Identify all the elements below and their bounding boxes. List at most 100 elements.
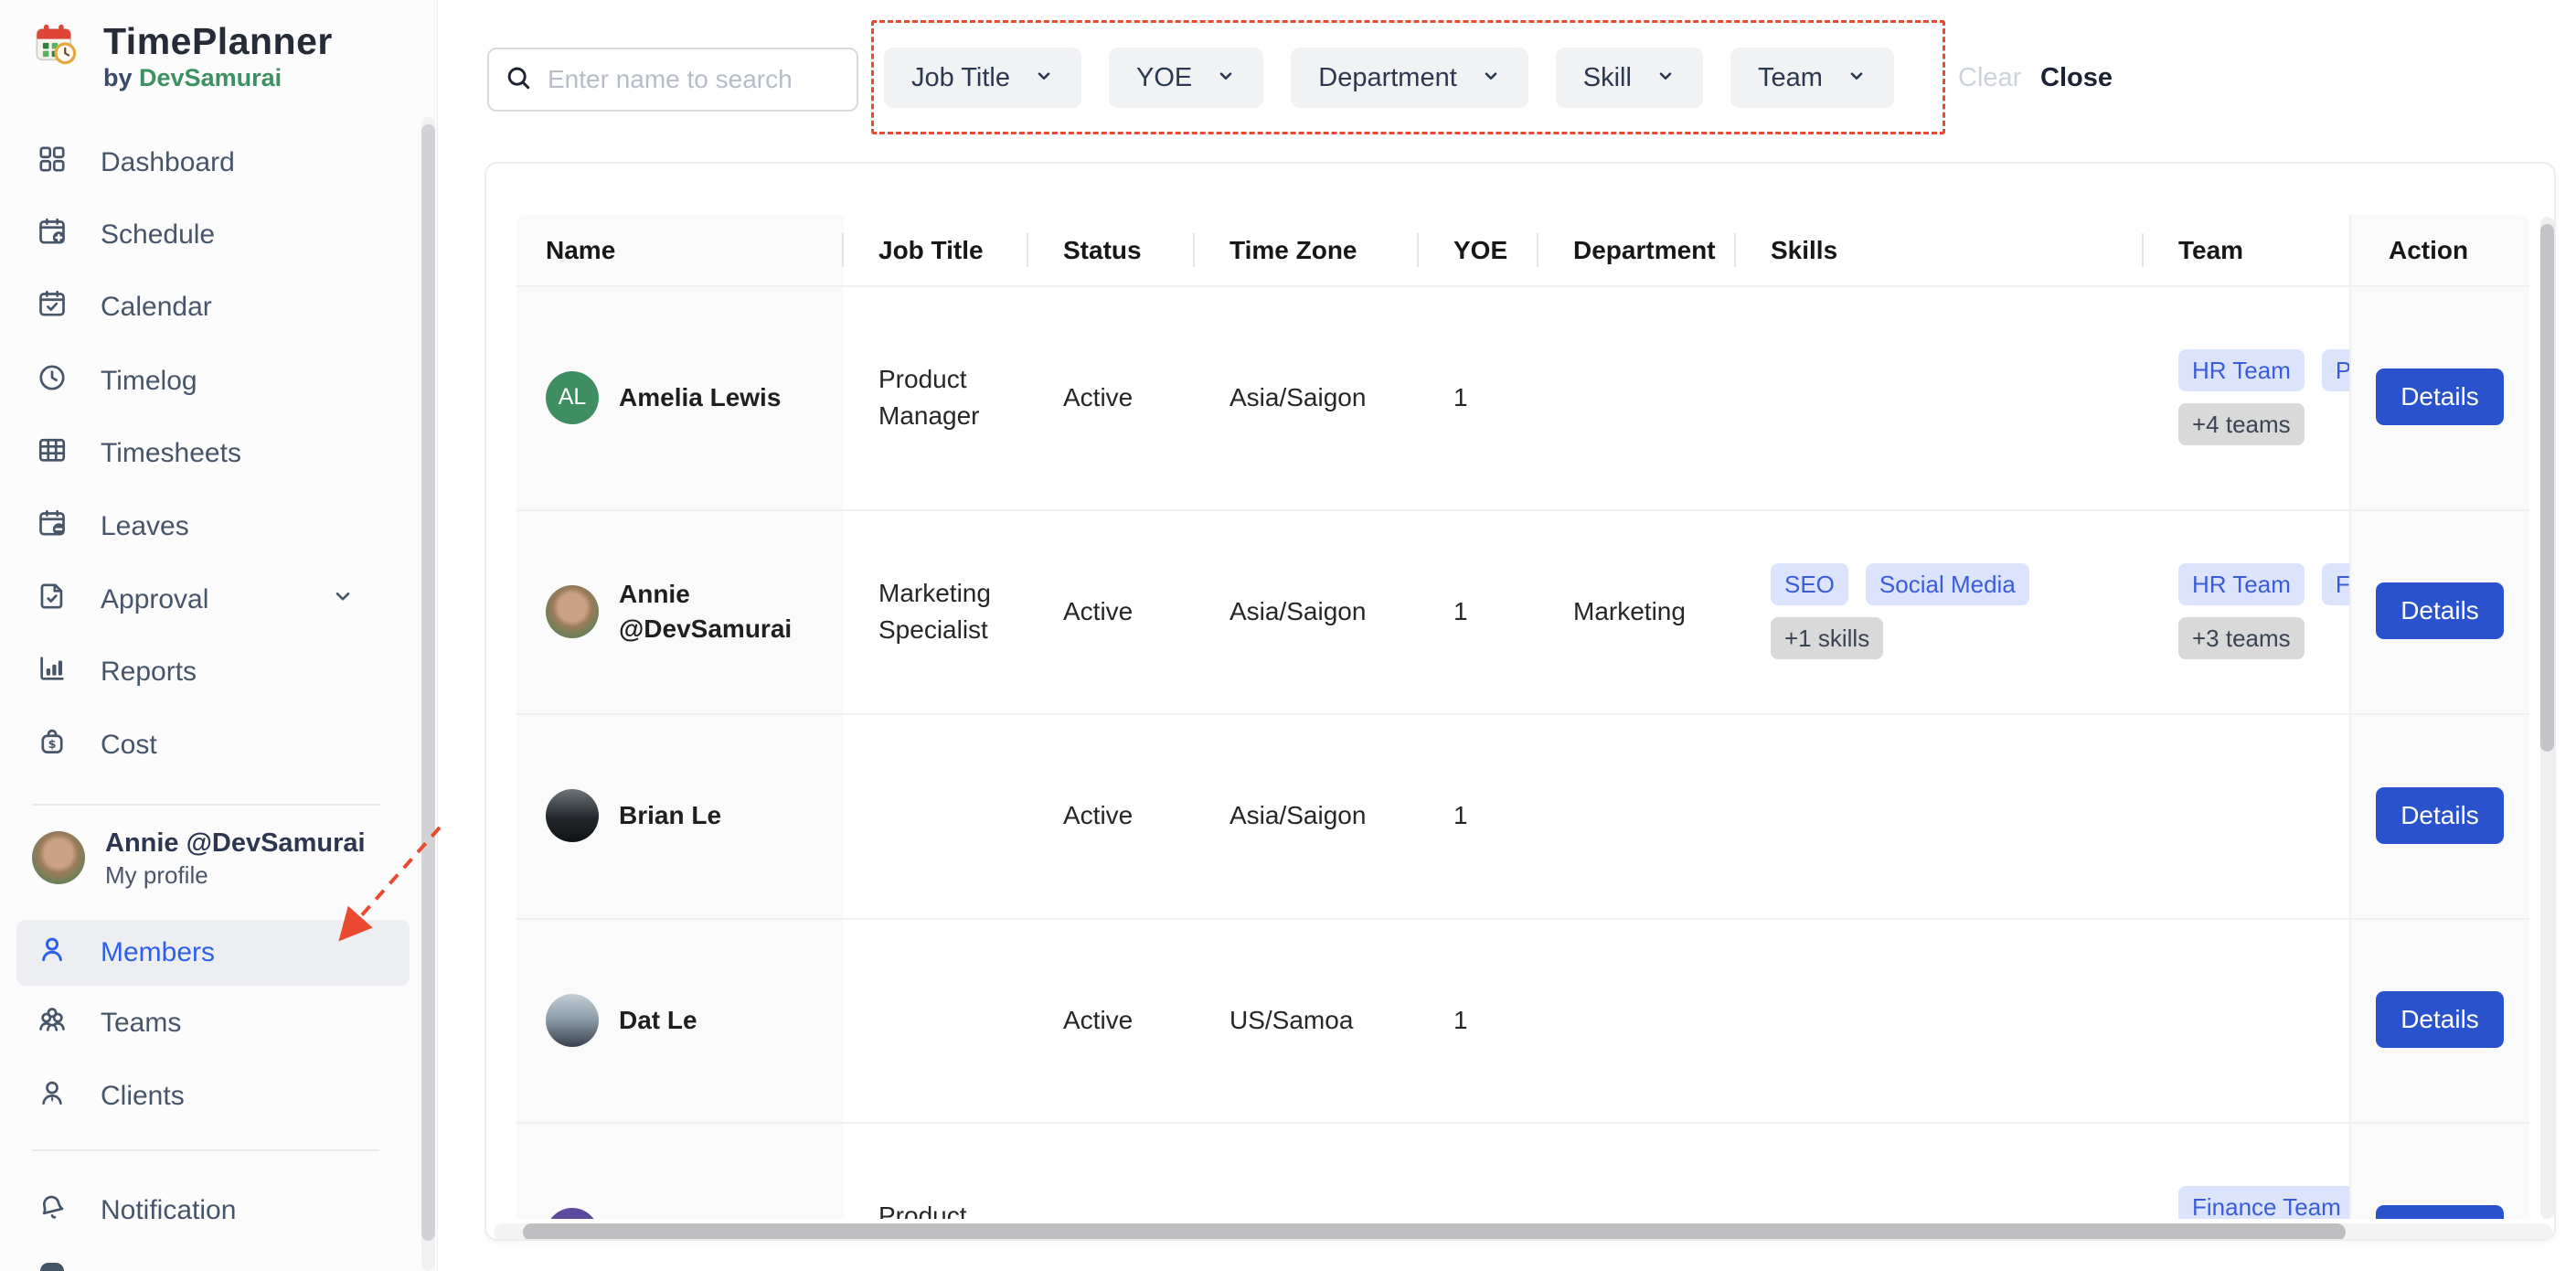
avatar [546, 789, 599, 842]
column-header-yoe[interactable]: YOE [1419, 215, 1538, 285]
action-column: Action Details Details Details Details D… [2349, 215, 2529, 1219]
sidebar-item-label: Members [101, 937, 216, 967]
sidebar-item-notification[interactable]: Notification [0, 1174, 420, 1247]
filter-skill[interactable]: Skill [1555, 48, 1703, 108]
profile-block[interactable]: Annie @DevSamurai My profile [32, 826, 366, 890]
member-name: Amelia Lewis [619, 382, 782, 411]
table-row: Product Manager Finance Team [516, 1122, 2529, 1219]
details-button[interactable]: Details [2376, 582, 2504, 639]
column-header-department[interactable]: Department [1538, 215, 1736, 285]
search-icon [504, 63, 533, 97]
column-header-team[interactable]: Team [2144, 215, 2349, 285]
member-name: Dat Le [619, 1005, 697, 1034]
avatar [32, 831, 85, 884]
sidebar-item-reports[interactable]: Reports [0, 636, 420, 709]
sidebar-item-members[interactable]: Members [16, 920, 410, 986]
status-cell: Active [1063, 1005, 1134, 1034]
name-cell: Brian Le [516, 713, 844, 918]
details-button[interactable]: Details [2376, 1205, 2504, 1219]
table-horizontal-scrollbar-thumb[interactable] [523, 1223, 2346, 1239]
column-header-name[interactable]: Name [516, 215, 844, 285]
sidebar-item-dashboard[interactable]: Dashboard [0, 126, 420, 199]
column-header-action[interactable]: Action [2351, 215, 2529, 285]
filter-label: Skill [1582, 62, 1632, 92]
filter-label: Job Title [911, 62, 1010, 92]
filter-label: Team [1757, 62, 1823, 92]
app-byline: by DevSamurai [103, 64, 282, 91]
name-cell: Annie @DevSamurai [516, 509, 844, 713]
sidebar-item-label: Dashboard [101, 147, 235, 177]
sidebar-item-calendar[interactable]: Calendar [0, 271, 420, 344]
table-grid-icon [37, 434, 68, 473]
status-cell: Active [1063, 596, 1134, 625]
team-tag: HR Team [2178, 349, 2305, 391]
sidebar-item-label: Leaves [101, 511, 189, 541]
sidebar-item-timelog[interactable]: Timelog [0, 345, 420, 418]
header-border [516, 285, 2529, 287]
name-cell: Dat Le [516, 918, 844, 1122]
table-header: Name Job Title Status Time Zone YOE Depa… [516, 215, 2529, 285]
avatar-initials: AL [558, 384, 587, 410]
team-tag: Project B [2321, 349, 2349, 391]
dashboard-icon [37, 144, 68, 182]
sidebar-item-clients[interactable]: Clients [0, 1060, 420, 1133]
filter-job-title[interactable]: Job Title [884, 48, 1081, 108]
client-user-icon [37, 1077, 68, 1116]
clear-filters-button[interactable]: Clear [1958, 48, 2021, 108]
time-zone-cell: Asia/Saigon [1229, 801, 1367, 829]
member-name: Annie @DevSamurai [619, 579, 793, 643]
avatar: AL [546, 370, 599, 424]
sidebar-item-label: Cost [101, 730, 157, 760]
sidebar-item-teams[interactable]: Teams [0, 987, 420, 1060]
close-filters-button[interactable]: Close [2040, 48, 2113, 108]
header-separator [842, 233, 844, 267]
yoe-cell: 1 [1453, 382, 1468, 411]
filter-yoe[interactable]: YOE [1109, 48, 1264, 108]
calendar-minus-icon [37, 507, 68, 546]
sidebar-item-timesheets[interactable]: Timesheets [0, 417, 420, 490]
sidebar-item-partial[interactable] [40, 1263, 64, 1271]
sidebar-item-schedule[interactable]: Schedule [0, 198, 420, 272]
sidebar-item-label: Timelog [101, 366, 197, 396]
column-header-status[interactable]: Status [1028, 215, 1195, 285]
file-check-icon [37, 581, 68, 619]
sidebar-divider [32, 1149, 379, 1151]
sidebar-item-leaves[interactable]: Leaves [0, 490, 420, 563]
job-title-cell: Product Manager [878, 1201, 967, 1220]
table-row: Dat Le Active US/Samoa 1 [516, 918, 2529, 1122]
row-border [516, 918, 2529, 920]
chevron-down-icon [1216, 63, 1236, 93]
search-input[interactable] [546, 64, 842, 95]
filter-chips: Job Title YOE Department Skill Team [884, 48, 1894, 108]
more-teams-tag: +4 teams [2178, 403, 2305, 445]
column-header-skills[interactable]: Skills [1736, 215, 2144, 285]
row-border [516, 509, 2529, 511]
more-teams-tag: +3 teams [2178, 617, 2305, 659]
chevron-down-icon [1034, 63, 1054, 93]
filter-department[interactable]: Department [1291, 48, 1528, 108]
table-vertical-scrollbar-thumb[interactable] [2540, 224, 2554, 752]
profile-subtitle: My profile [105, 861, 208, 889]
filter-team[interactable]: Team [1730, 48, 1894, 108]
sidebar-item-cost[interactable]: $ Cost [0, 709, 420, 782]
details-button[interactable]: Details [2376, 787, 2504, 844]
skills-cell: SEO Social Media +1 skills [1736, 509, 2144, 713]
header-separator [2142, 233, 2144, 267]
time-zone-cell: Asia/Saigon [1229, 596, 1367, 625]
details-button[interactable]: Details [2376, 991, 2504, 1048]
column-header-job-title[interactable]: Job Title [844, 215, 1028, 285]
status-cell: Active [1063, 382, 1134, 411]
app-logo: TimePlanner by DevSamurai [32, 20, 333, 93]
table-row: AL Amelia Lewis Product Manager Active A… [516, 285, 2529, 509]
column-header-time-zone[interactable]: Time Zone [1195, 215, 1419, 285]
profile-name: Annie @DevSamurai [105, 828, 366, 858]
details-button[interactable]: Details [2376, 368, 2504, 425]
member-name: Brian Le [619, 801, 722, 829]
sidebar-item-label: Clients [101, 1081, 185, 1111]
team-tag: HR Team [2178, 563, 2305, 605]
yoe-cell: 1 [1453, 596, 1468, 625]
chevron-down-icon [1655, 63, 1676, 93]
sidebar-item-approval[interactable]: Approval [0, 563, 420, 636]
header-separator [1537, 233, 1538, 267]
sidebar-scrollbar-thumb[interactable] [421, 124, 435, 1241]
